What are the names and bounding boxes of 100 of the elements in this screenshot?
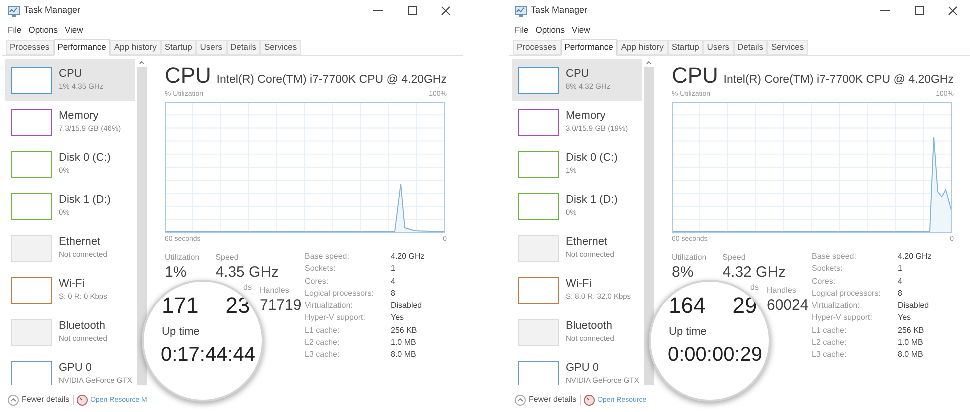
menu-item[interactable]: File xyxy=(515,24,529,36)
spec-label: Base speed: xyxy=(812,252,858,262)
spec-label: Base speed: xyxy=(305,252,350,262)
stat-label: Utilization xyxy=(672,252,707,264)
tab[interactable]: Users xyxy=(196,40,226,55)
uptime-label: Up time xyxy=(162,325,200,340)
stat-value: 1% xyxy=(165,264,188,283)
spec-value: 4 xyxy=(391,276,396,288)
device-name: Disk 1 (D:) xyxy=(566,194,618,208)
tab[interactable]: Services xyxy=(260,40,302,55)
gauge-icon[interactable] xyxy=(584,394,595,406)
tab[interactable]: Processes xyxy=(6,40,54,55)
spec-label: Cores: xyxy=(812,276,837,288)
scroll-up-icon[interactable] xyxy=(645,59,653,67)
app-icon xyxy=(515,6,527,16)
device-name: Bluetooth xyxy=(566,320,614,334)
device-name: Disk 0 (C:) xyxy=(566,152,618,166)
tab[interactable]: Processes xyxy=(513,40,561,55)
tab[interactable]: Startup xyxy=(160,40,196,55)
spec-value: Disabled xyxy=(898,301,930,312)
spec-label: L3 cache: xyxy=(305,350,341,361)
device-name: GPU 0 xyxy=(566,362,600,376)
device-name: GPU 0 xyxy=(59,362,94,376)
menu-item[interactable]: File xyxy=(8,24,22,36)
spec-label: L2 cache: xyxy=(812,338,848,349)
spec-value: 1.0 MB xyxy=(898,338,924,349)
spec-value: 4 xyxy=(898,276,904,288)
device-name: Wi-Fi xyxy=(59,278,86,292)
uptime-value: 0:00:00:29 xyxy=(668,343,763,368)
spec-value: 8 xyxy=(898,288,904,300)
menu-item[interactable]: View xyxy=(572,24,590,36)
tab[interactable]: Details xyxy=(734,40,768,55)
device-name: Memory xyxy=(59,110,100,124)
chevron-up-icon[interactable] xyxy=(8,394,19,406)
spec-value: Yes xyxy=(391,313,406,324)
tab[interactable]: App history xyxy=(110,40,161,55)
tab[interactable]: Performance xyxy=(54,39,110,56)
spec-value: 1 xyxy=(391,264,396,275)
tab[interactable]: Startup xyxy=(668,40,704,55)
spec-label: Logical processors: xyxy=(812,288,882,300)
spec-value: 8.0 MB xyxy=(898,350,924,361)
stat-label: Utilization xyxy=(165,252,200,264)
scroll-up-icon[interactable] xyxy=(138,59,146,67)
stat-label: Speed xyxy=(722,252,747,264)
spec-value: 8 xyxy=(391,288,396,300)
stat-value: 4.35 GHz xyxy=(216,264,280,283)
menu-item[interactable]: View xyxy=(65,24,84,36)
magnified-value: 164 xyxy=(669,295,706,317)
spec-value: 1.0 MB xyxy=(391,338,418,349)
uptime-label: Up time xyxy=(669,325,707,340)
fewer-details-link[interactable]: Fewer details xyxy=(529,394,577,406)
device-name: Memory xyxy=(566,110,607,124)
spec-label: Logical processors: xyxy=(305,288,375,300)
tab[interactable]: Performance xyxy=(560,39,618,56)
spec-value: Disabled xyxy=(391,301,424,312)
tab[interactable]: Details xyxy=(226,40,260,55)
menu-item[interactable]: Options xyxy=(536,24,565,36)
spec-label: L1 cache: xyxy=(305,326,341,336)
device-name: Disk 1 (D:) xyxy=(59,194,111,208)
device-name: Ethernet xyxy=(59,236,102,250)
spec-value: 8.0 MB xyxy=(391,350,418,361)
tab[interactable]: App history xyxy=(617,40,668,55)
spec-value: 4.20 GHz xyxy=(898,252,932,262)
spec-label: Hyper-V support: xyxy=(812,313,874,324)
device-name: CPU xyxy=(566,68,590,82)
scrollbar-thumb[interactable] xyxy=(644,67,654,385)
fewer-details-link[interactable]: Fewer details xyxy=(22,394,70,406)
device-name: Wi-Fi xyxy=(566,278,593,292)
device-name: Bluetooth xyxy=(59,320,106,334)
tab[interactable]: Services xyxy=(767,40,808,55)
menu-item[interactable]: Options xyxy=(28,24,58,36)
tab[interactable]: Users xyxy=(703,40,734,55)
stat-label: Handles xyxy=(767,284,798,297)
stat-value: 60024 xyxy=(767,296,809,316)
spec-label: L1 cache: xyxy=(812,326,848,336)
spec-value: Yes xyxy=(898,313,912,324)
device-name: Ethernet xyxy=(566,236,609,250)
spec-label: L3 cache: xyxy=(812,350,848,361)
spec-value: 4.20 GHz xyxy=(391,252,425,262)
window-title: Task Manager xyxy=(531,4,588,18)
stat-value: 71719 xyxy=(260,296,302,316)
spec-label: L2 cache: xyxy=(305,338,341,349)
spec-label: Virtualization: xyxy=(812,301,861,312)
spec-label: Sockets: xyxy=(812,264,844,275)
uptime-value: 0:17:44:44 xyxy=(161,343,256,368)
app-icon xyxy=(8,6,20,16)
stat-label: Handles xyxy=(260,284,290,297)
stat-value: 4.32 GHz xyxy=(722,264,786,283)
spec-label: Cores: xyxy=(305,276,330,288)
device-name: CPU xyxy=(59,68,84,82)
panel-title: CPU xyxy=(672,65,718,87)
spec-value: 256 KB xyxy=(391,326,418,336)
gauge-icon[interactable] xyxy=(76,394,88,406)
spec-label: Virtualization: xyxy=(305,301,354,312)
chevron-up-icon[interactable] xyxy=(515,394,526,406)
spec-label: Sockets: xyxy=(305,264,337,275)
window-title: Task Manager xyxy=(24,4,81,18)
scrollbar-thumb[interactable] xyxy=(137,67,147,385)
spec-label: Hyper-V support: xyxy=(305,313,366,324)
spec-value: 1 xyxy=(898,264,904,275)
